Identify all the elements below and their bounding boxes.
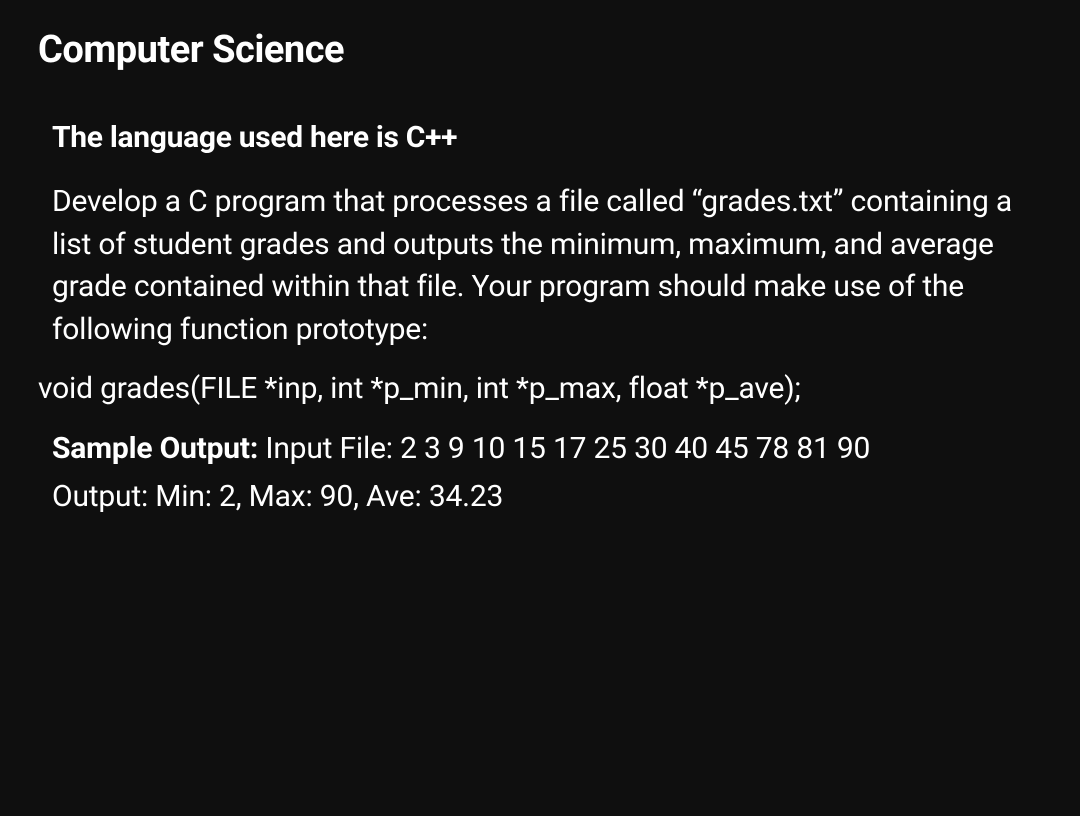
content-body: The language used here is C++ Develop a …	[38, 120, 1042, 519]
language-note: The language used here is C++	[52, 120, 1042, 155]
sample-output-label: Sample Output:	[52, 431, 265, 466]
problem-description: Develop a C program that processes a fil…	[52, 181, 1042, 351]
page-title: Computer Science	[38, 28, 1042, 72]
function-prototype: void grades(FILE *inp, int *p_min, int *…	[38, 369, 1042, 410]
sample-input-text: Input File: 2 3 9 10 15 17 25 30 40 45 7…	[265, 431, 870, 466]
sample-output-line: Output: Min: 2, Max: 90, Ave: 34.23	[52, 476, 1042, 519]
sample-input-line: Sample Output: Input File: 2 3 9 10 15 1…	[52, 428, 1042, 471]
sample-output-block: Sample Output: Input File: 2 3 9 10 15 1…	[52, 428, 1042, 519]
